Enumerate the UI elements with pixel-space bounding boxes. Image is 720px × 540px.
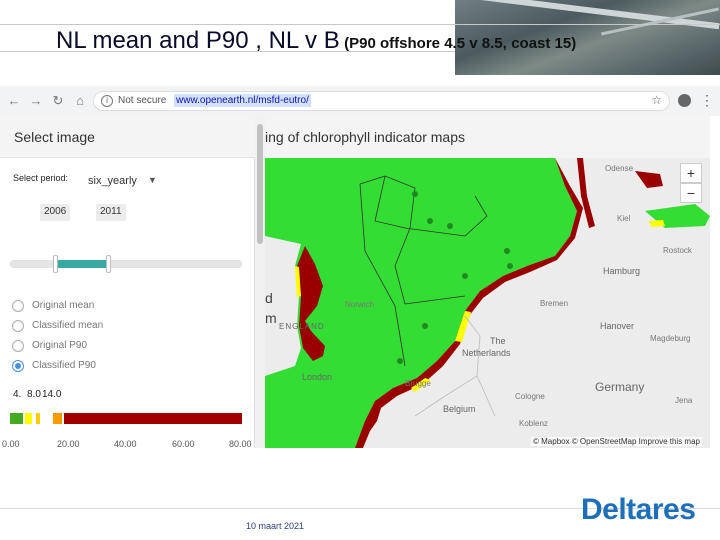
map-label-belgium: Belgium <box>443 404 476 414</box>
map-label-bremen: Bremen <box>540 299 569 308</box>
profile-icon[interactable] <box>678 94 691 107</box>
threshold-3: 14.0 <box>42 389 62 400</box>
map-label-cologne: Cologne <box>515 392 545 401</box>
legend-tick: 80.00 <box>229 439 252 449</box>
legend-green <box>10 413 23 424</box>
station-point <box>427 218 433 224</box>
map-attribution[interactable]: © Mapbox © OpenStreetMap Improve this ma… <box>531 437 702 446</box>
slide-title-sub: (P90 offshore 4.5 v 8.5, <box>344 35 507 52</box>
address-bar[interactable]: i Not secure www.openearth.nl/msfd-eutro… <box>93 91 670 111</box>
map-title: ing of chlorophyll indicator maps <box>265 129 465 145</box>
period-label: Select period: <box>13 173 69 183</box>
map-label-netherlands: Netherlands <box>462 348 511 358</box>
map-label-koblenz: Koblenz <box>519 419 548 428</box>
browser-edge <box>710 116 720 448</box>
radio-button[interactable] <box>12 300 24 312</box>
info-icon[interactable]: i <box>101 95 113 107</box>
baltic-fringe <box>649 220 665 227</box>
zoom-out-button[interactable]: − <box>680 183 702 203</box>
forward-icon[interactable]: → <box>28 93 44 109</box>
station-point <box>462 273 468 279</box>
panel-title: Select image <box>14 129 95 145</box>
threshold-2: 8.0 <box>27 389 41 400</box>
year-slider[interactable] <box>10 260 242 268</box>
slider-handle-start[interactable] <box>53 255 58 273</box>
reload-icon[interactable]: ↻ <box>50 93 66 109</box>
browser-toolbar: ← → ↻ ⌂ i Not secure www.openearth.nl/ms… <box>0 86 720 116</box>
color-legend <box>10 413 242 424</box>
map-canvas[interactable] <box>265 116 710 448</box>
slide-header: NL mean and P90 , NL v B (P90 offshore 4… <box>0 0 720 75</box>
year-slider-range <box>57 260 109 268</box>
browser-screenshot: ← → ↻ ⌂ i Not secure www.openearth.nl/ms… <box>0 86 720 449</box>
map-label-jena: Jena <box>675 396 693 405</box>
station-point <box>504 248 510 254</box>
radio-button-selected[interactable] <box>12 360 24 372</box>
station-point <box>397 358 403 364</box>
year-start-tag: 2006 <box>40 204 71 221</box>
map-label-rostock: Rostock <box>663 246 692 255</box>
map-label-brugge: Brugge <box>405 379 431 388</box>
map-label-m: m <box>265 310 277 326</box>
threshold-1: 4. <box>13 389 22 400</box>
option-label: Classified P90 <box>32 360 96 371</box>
legend-orange <box>53 413 62 424</box>
caret-down-icon[interactable]: ▼ <box>148 175 157 185</box>
map-label-d: d <box>265 290 273 306</box>
legend-red <box>64 413 242 424</box>
scroll-thumb[interactable] <box>257 124 263 244</box>
option-label: Classified mean <box>32 320 104 331</box>
legend-yellow <box>25 413 32 424</box>
legend-tick: 40.00 <box>114 439 137 449</box>
option-label: Original mean <box>32 300 95 311</box>
chlorophyll-map[interactable]: ing of chlorophyll indicator maps d m Od… <box>265 116 710 448</box>
menu-icon[interactable]: ⋮ <box>700 91 714 109</box>
select-image-panel: Select image Select period: six_yearly ▼… <box>0 116 255 449</box>
map-label-london: London <box>302 372 333 382</box>
header-divider <box>0 24 720 25</box>
home-icon[interactable]: ⌂ <box>72 93 88 109</box>
slide-title-sub-end: coast 15) <box>511 35 577 52</box>
map-label-magdeburg: Magdeburg <box>650 334 691 343</box>
station-point <box>447 223 453 229</box>
map-label-norwich: Norwich <box>345 300 374 309</box>
legend-tick: 0.00 <box>2 439 20 449</box>
legend-tick: 60.00 <box>172 439 195 449</box>
slide-title-main: NL mean and P90 , NL v B <box>56 27 340 54</box>
slide-title: NL mean and P90 , NL v B (P90 offshore 4… <box>56 27 576 55</box>
footer-date: 10 maart 2021 <box>246 521 305 531</box>
back-icon[interactable]: ← <box>6 93 22 109</box>
map-label-hanover: Hanover <box>600 321 635 331</box>
map-label-kiel: Kiel <box>617 214 631 223</box>
legend-tick: 20.00 <box>57 439 80 449</box>
map-label-odense: Odense <box>605 164 634 173</box>
slider-handle-end[interactable] <box>106 255 111 273</box>
station-point <box>412 191 418 197</box>
uk-land <box>265 236 301 376</box>
map-label-the: The <box>490 336 506 346</box>
map-header: ing of chlorophyll indicator maps <box>265 116 710 158</box>
zoom-in-button[interactable]: + <box>680 163 702 183</box>
deltares-logo: Deltares <box>581 493 696 526</box>
map-label-hamburg: Hamburg <box>603 266 641 276</box>
station-point <box>422 323 428 329</box>
star-icon[interactable]: ☆ <box>651 93 662 107</box>
panel-scrollbar[interactable] <box>255 116 265 448</box>
panel-header: Select image <box>0 116 255 158</box>
radio-button[interactable] <box>12 320 24 332</box>
url-text[interactable]: www.openearth.nl/msfd-eutro/ <box>174 94 311 107</box>
radio-button[interactable] <box>12 340 24 352</box>
legend-yellow-2 <box>36 413 40 424</box>
map-label-england: ENGLAND <box>279 322 325 331</box>
map-label-germany: Germany <box>595 380 645 394</box>
year-end-tag: 2011 <box>96 204 126 221</box>
not-secure-label: Not secure <box>118 95 167 106</box>
station-point <box>507 263 513 269</box>
period-select[interactable]: six_yearly <box>88 175 137 187</box>
option-label: Original P90 <box>32 340 88 351</box>
